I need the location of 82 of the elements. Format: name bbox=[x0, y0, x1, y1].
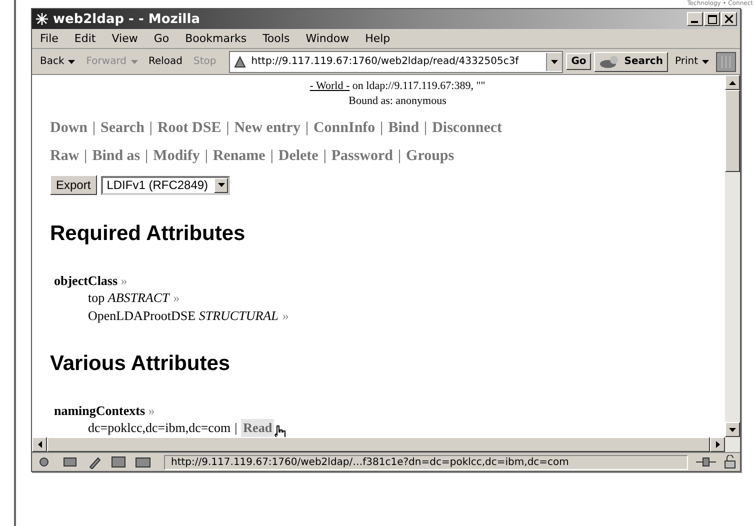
right-arrow-icon[interactable] bbox=[716, 441, 720, 448]
separator-text: | bbox=[149, 120, 152, 137]
maximize-button[interactable] bbox=[704, 12, 720, 26]
maximize-icon bbox=[708, 14, 716, 24]
separator-text: | bbox=[92, 120, 96, 137]
minimize-button[interactable] bbox=[687, 12, 703, 26]
world-link[interactable]: - World - bbox=[310, 80, 350, 92]
caret-icon bbox=[702, 60, 709, 64]
toolbar-button[interactable]: Back bbox=[36, 54, 80, 69]
separator-text: | bbox=[398, 148, 402, 165]
nav-link[interactable]: Down bbox=[50, 120, 88, 137]
vertical-scrollbar[interactable] bbox=[725, 75, 740, 437]
up-arrow-icon[interactable] bbox=[729, 80, 736, 84]
menu-item[interactable]: Go bbox=[154, 32, 170, 45]
bound-as-text: Bound as: anonymous bbox=[348, 94, 448, 109]
menu-item[interactable]: Help bbox=[365, 32, 390, 45]
separator-text: | bbox=[323, 148, 326, 165]
menu-item[interactable]: Window bbox=[306, 32, 350, 45]
section-heading: Required Attributes bbox=[50, 222, 246, 246]
search-button[interactable]: Search bbox=[594, 52, 668, 72]
status-url: http://9.117.119.67:1760/web2ldap/…f381c1e?dn=dc=poklcc,dc=ibm,dc=com bbox=[164, 454, 688, 470]
separator-text: | bbox=[380, 120, 384, 137]
section-heading: Various Attributes bbox=[50, 352, 232, 376]
nav-link[interactable]: Rename bbox=[212, 148, 266, 165]
nav-link[interactable]: Modify bbox=[153, 148, 200, 165]
more-link[interactable]: » bbox=[173, 289, 180, 307]
nav-link[interactable]: New entry bbox=[234, 120, 300, 137]
throbber-icon bbox=[716, 52, 736, 72]
close-button[interactable] bbox=[721, 12, 737, 26]
more-link[interactable]: » bbox=[282, 307, 289, 325]
address-field[interactable]: http://9.117.119.67:1760/web2ldap/read/4332505c3f bbox=[229, 50, 564, 72]
nav-link[interactable]: Disconnect bbox=[432, 120, 502, 137]
export-button[interactable]: Export bbox=[50, 175, 97, 195]
separator-text: | bbox=[234, 419, 238, 437]
app-icon bbox=[35, 12, 49, 26]
scrollbar-thumb[interactable] bbox=[725, 90, 740, 172]
caret-icon bbox=[218, 183, 225, 187]
separator-text: | bbox=[305, 120, 308, 137]
menu-item[interactable]: View bbox=[112, 32, 138, 45]
print-button[interactable]: Print bbox=[670, 54, 713, 69]
attribute-value: OpenLDAProotDSE STRUCTURAL bbox=[88, 307, 278, 325]
separator-text: | bbox=[145, 148, 148, 165]
nav-link[interactable]: Root DSE bbox=[157, 120, 222, 137]
menu-item[interactable]: Tools bbox=[262, 32, 290, 45]
caret-icon bbox=[68, 60, 76, 64]
menu-item[interactable]: Edit bbox=[74, 32, 96, 45]
nav-link[interactable]: Bind as bbox=[92, 148, 140, 165]
go-button[interactable]: Go bbox=[566, 53, 592, 70]
menu-item[interactable]: Bookmarks bbox=[185, 32, 247, 45]
window-title: web2ldap - - Mozilla bbox=[53, 12, 201, 26]
lock-icon bbox=[724, 455, 736, 469]
attribute-value: top ABSTRACT bbox=[88, 289, 170, 307]
caret-icon[interactable] bbox=[551, 60, 558, 64]
close-icon bbox=[725, 15, 733, 23]
read-link[interactable]: Read bbox=[241, 419, 274, 437]
format-dropdown[interactable]: LDIFv1 (RFC2849) bbox=[100, 176, 230, 194]
nav-link[interactable]: Delete bbox=[278, 148, 318, 165]
horizontal-scrollbar[interactable] bbox=[32, 437, 740, 452]
nav-link[interactable]: ConnInfo bbox=[313, 120, 376, 137]
more-link[interactable]: » bbox=[120, 273, 128, 288]
nav-link[interactable]: Search bbox=[100, 120, 144, 137]
page-icon bbox=[233, 54, 248, 68]
toolbar-button[interactable]: Reload bbox=[144, 54, 187, 69]
left-arrow-icon[interactable] bbox=[38, 441, 42, 448]
separator-text: | bbox=[226, 120, 230, 137]
separator-text: | bbox=[204, 148, 208, 165]
separator-text: | bbox=[424, 120, 428, 137]
server-info: - World - on ldap://9.117.119.67:389, "" bbox=[308, 79, 486, 94]
separator-text: | bbox=[270, 148, 274, 165]
attribute-name: objectClass bbox=[54, 273, 118, 288]
separator-text: | bbox=[84, 148, 88, 165]
down-arrow-icon[interactable] bbox=[729, 428, 736, 432]
caret-icon bbox=[130, 60, 138, 64]
more-link[interactable]: » bbox=[148, 403, 155, 418]
menu-item[interactable]: File bbox=[40, 32, 58, 45]
connection-icon bbox=[696, 456, 716, 468]
nav-link[interactable]: Groups bbox=[406, 148, 454, 165]
attribute-name: namingContexts bbox=[54, 403, 146, 418]
nav-link[interactable]: Raw bbox=[50, 148, 80, 165]
nav-link[interactable]: Bind bbox=[388, 120, 420, 137]
attribute-value: dc=poklcc,dc=ibm,dc=com bbox=[88, 419, 231, 437]
nav-link[interactable]: Password bbox=[331, 148, 394, 165]
